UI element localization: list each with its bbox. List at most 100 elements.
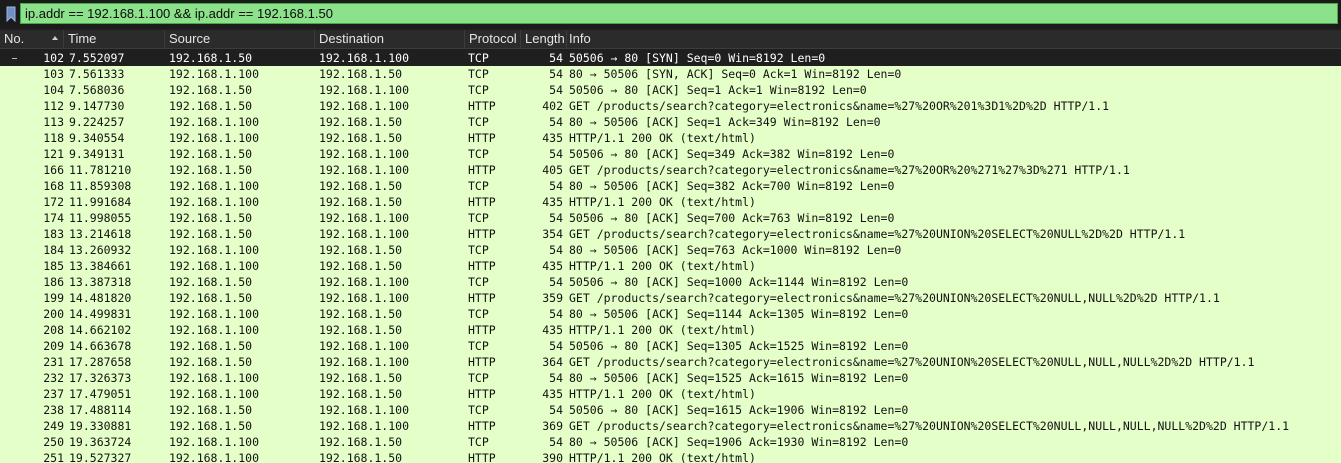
cell-no: 231 <box>43 355 64 369</box>
cell-info: HTTP/1.1 200 OK (text/html) <box>569 387 756 401</box>
cell-protocol: TCP <box>468 211 489 225</box>
table-row[interactable]: 166 11.781210 192.168.1.50 192.168.1.100 HTT… <box>0 162 1341 178</box>
cell-length: 54 <box>549 275 563 289</box>
cell-no: 251 <box>43 451 64 463</box>
table-row[interactable]: 104 7.568036 192.168.1.50 192.168.1.100 TCP 5… <box>0 82 1341 98</box>
cell-length: 54 <box>549 211 563 225</box>
table-row[interactable]: 238 17.488114 192.168.1.50 192.168.1.100 TCP… <box>0 402 1341 418</box>
bookmark-icon[interactable] <box>6 6 16 22</box>
cell-source: 192.168.1.100 <box>169 131 260 145</box>
table-row[interactable]: 184 13.260932 192.168.1.100 192.168.1.50 TCP… <box>0 242 1341 258</box>
column-header-length-label: Length <box>525 31 565 46</box>
cell-length: 54 <box>549 403 563 417</box>
column-header-time[interactable]: Time <box>64 30 165 48</box>
column-header-source[interactable]: Source <box>165 30 315 48</box>
table-row[interactable]: 231 17.287658 192.168.1.50 192.168.1.100 HTT… <box>0 354 1341 370</box>
cell-time: 13.260932 <box>69 243 132 257</box>
cell-protocol: HTTP <box>468 99 496 113</box>
table-row[interactable]: 250 19.363724 192.168.1.100 192.168.1.50 TCP… <box>0 434 1341 450</box>
cell-no: 232 <box>43 371 64 385</box>
cell-destination: 192.168.1.100 <box>319 51 410 65</box>
cell-source: 192.168.1.50 <box>169 291 253 305</box>
cell-no: 237 <box>43 387 64 401</box>
column-header-destination[interactable]: Destination <box>315 30 465 48</box>
cell-info: 80 → 50506 [ACK] Seq=382 Ack=700 Win=819… <box>569 179 895 193</box>
table-row[interactable]: 208 14.662102 192.168.1.100 192.168.1.50 HTT… <box>0 322 1341 338</box>
table-row[interactable]: 168 11.859308 192.168.1.100 192.168.1.50 TCP… <box>0 178 1341 194</box>
table-row[interactable]: 186 13.387318 192.168.1.50 192.168.1.100 TCP… <box>0 274 1341 290</box>
table-row[interactable]: 112 9.147730 192.168.1.50 192.168.1.100 HTTP… <box>0 98 1341 114</box>
cell-length: 54 <box>549 435 563 449</box>
cell-time: 11.859308 <box>69 179 132 193</box>
cell-time: 7.561333 <box>69 67 125 81</box>
cell-time: 14.481820 <box>69 291 132 305</box>
cell-length: 435 <box>542 387 563 401</box>
table-row[interactable]: 102 7.552097 192.168.1.50 192.168.1.100 TCP 5… <box>0 50 1341 66</box>
cell-info: GET /products/search?category=electronic… <box>569 99 1110 113</box>
table-row[interactable]: 121 9.349131 192.168.1.50 192.168.1.100 TCP 5… <box>0 146 1341 162</box>
cell-protocol: HTTP <box>468 387 496 401</box>
cell-source: 192.168.1.100 <box>169 179 260 193</box>
cell-source: 192.168.1.100 <box>169 451 260 463</box>
cell-info: 80 → 50506 [SYN, ACK] Seq=0 Ack=1 Win=81… <box>569 67 902 81</box>
table-row[interactable]: 232 17.326373 192.168.1.100 192.168.1.50 TCP… <box>0 370 1341 386</box>
cell-no: 238 <box>43 403 64 417</box>
cell-length: 435 <box>542 323 563 337</box>
table-row[interactable]: 113 9.224257 192.168.1.100 192.168.1.50 TCP 5… <box>0 114 1341 130</box>
packet-capture-window: No. Time Source Destination Protocol Len… <box>0 0 1341 463</box>
cell-info: 80 → 50506 [ACK] Seq=1906 Ack=1930 Win=8… <box>569 435 909 449</box>
cell-length: 54 <box>549 83 563 97</box>
table-row[interactable]: 172 11.991684 192.168.1.100 192.168.1.50 HTT… <box>0 194 1341 210</box>
table-row[interactable]: 183 13.214618 192.168.1.50 192.168.1.100 HTT… <box>0 226 1341 242</box>
cell-info: 50506 → 80 [ACK] Seq=1615 Ack=1906 Win=8… <box>569 403 909 417</box>
cell-length: 54 <box>549 307 563 321</box>
cell-protocol: TCP <box>468 275 489 289</box>
cell-time: 17.479051 <box>69 387 132 401</box>
table-row[interactable]: 200 14.499831 192.168.1.100 192.168.1.50 TCP… <box>0 306 1341 322</box>
display-filter-input[interactable] <box>20 3 1338 24</box>
cell-destination: 192.168.1.50 <box>319 131 403 145</box>
cell-protocol: HTTP <box>468 419 496 433</box>
table-row[interactable]: 209 14.663678 192.168.1.50 192.168.1.100 TCP… <box>0 338 1341 354</box>
column-header-length[interactable]: Length <box>521 30 567 48</box>
cell-length: 54 <box>549 147 563 161</box>
cell-time: 17.488114 <box>69 403 132 417</box>
table-row[interactable]: 118 9.340554 192.168.1.100 192.168.1.50 HTTP… <box>0 130 1341 146</box>
cell-destination: 192.168.1.100 <box>319 211 410 225</box>
cell-destination: 192.168.1.100 <box>319 339 410 353</box>
packet-list[interactable]: 102 7.552097 192.168.1.50 192.168.1.100 TCP 5… <box>0 50 1341 463</box>
cell-length: 54 <box>549 179 563 193</box>
cell-protocol: HTTP <box>468 195 496 209</box>
column-header-no-label: No. <box>4 31 25 46</box>
cell-no: 102 <box>43 51 64 65</box>
cell-destination: 192.168.1.100 <box>319 291 410 305</box>
cell-protocol: HTTP <box>468 163 496 177</box>
cell-protocol: TCP <box>468 147 489 161</box>
table-row[interactable]: 103 7.561333 192.168.1.100 192.168.1.50 TCP 5… <box>0 66 1341 82</box>
cell-time: 11.998055 <box>69 211 132 225</box>
cell-destination: 192.168.1.100 <box>319 163 410 177</box>
cell-no: 249 <box>43 419 64 433</box>
table-row[interactable]: 174 11.998055 192.168.1.50 192.168.1.100 TCP… <box>0 210 1341 226</box>
column-header-protocol[interactable]: Protocol <box>465 30 521 48</box>
cell-source: 192.168.1.50 <box>169 83 253 97</box>
cell-destination: 192.168.1.50 <box>319 307 403 321</box>
cell-length: 402 <box>542 99 563 113</box>
cell-source: 192.168.1.100 <box>169 323 260 337</box>
column-header-info[interactable]: Info <box>565 30 1341 48</box>
cell-length: 369 <box>542 419 563 433</box>
table-row[interactable]: 251 19.527327 192.168.1.100 192.168.1.50 HTT… <box>0 450 1341 463</box>
cell-destination: 192.168.1.100 <box>319 419 410 433</box>
cell-source: 192.168.1.50 <box>169 275 253 289</box>
cell-no: 183 <box>43 227 64 241</box>
table-row[interactable]: 249 19.330881 192.168.1.50 192.168.1.100 HTT… <box>0 418 1341 434</box>
table-row[interactable]: 185 13.384661 192.168.1.100 192.168.1.50 HTT… <box>0 258 1341 274</box>
column-header-no[interactable]: No. <box>0 30 64 48</box>
cell-no: 166 <box>43 163 64 177</box>
cell-source: 192.168.1.50 <box>169 419 253 433</box>
table-row[interactable]: 199 14.481820 192.168.1.50 192.168.1.100 HTT… <box>0 290 1341 306</box>
cell-time: 19.363724 <box>69 435 132 449</box>
cell-time: 17.326373 <box>69 371 132 385</box>
table-row[interactable]: 237 17.479051 192.168.1.100 192.168.1.50 HTT… <box>0 386 1341 402</box>
cell-info: 80 → 50506 [ACK] Seq=1144 Ack=1305 Win=8… <box>569 307 909 321</box>
